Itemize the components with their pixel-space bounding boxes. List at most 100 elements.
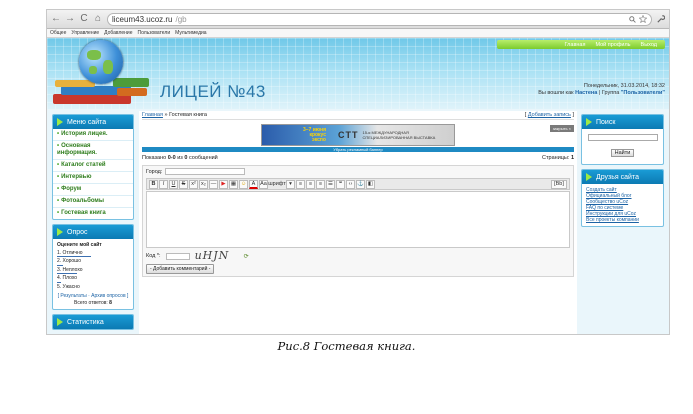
admin-menu-general[interactable]: Общее bbox=[50, 30, 66, 36]
pages-label: Страницы: bbox=[542, 155, 570, 161]
friends-box: Друзья сайта Создать сайт Официальный бл… bbox=[581, 169, 664, 227]
code-icon[interactable]: ‹› bbox=[346, 179, 355, 189]
font-color-button[interactable]: A bbox=[249, 179, 258, 189]
close-ad-button[interactable]: закрыть × bbox=[549, 125, 574, 132]
username-link[interactable]: Настена bbox=[575, 90, 597, 96]
banner-logo: CTT bbox=[338, 130, 359, 140]
breadcrumb: Главная » Гостевая книга bbox=[142, 112, 207, 118]
html-mode-button[interactable]: [Bb] bbox=[551, 179, 567, 189]
browser-screenshot: ← → C ⌂ liceum43.ucoz.ru/gb Общее Управл… bbox=[46, 9, 670, 335]
poll-archive-link[interactable]: Архив опросов bbox=[91, 293, 125, 299]
friend-link[interactable]: Все проекты компании bbox=[586, 217, 659, 223]
left-sidebar: Меню сайта • История лицея. • Основная инф… bbox=[47, 111, 137, 334]
page-number[interactable]: 1 bbox=[571, 155, 574, 161]
superscript-button[interactable]: x² bbox=[189, 179, 198, 189]
font-select[interactable]: шрифт bbox=[268, 180, 285, 189]
breadcrumb-home[interactable]: Главная bbox=[142, 112, 163, 118]
search-input[interactable] bbox=[587, 134, 658, 141]
menu-item-interview[interactable]: • Интервью bbox=[53, 172, 133, 184]
menu-item-guestbook[interactable]: • Гостевая книга bbox=[53, 208, 133, 219]
site-title: ЛИЦЕЙ №43 bbox=[160, 82, 266, 101]
search-title: Поиск bbox=[596, 118, 616, 126]
menu-title: Меню сайта bbox=[67, 118, 107, 126]
arrow-icon bbox=[586, 118, 592, 126]
menu-box-header: Меню сайта bbox=[53, 115, 133, 129]
poll-option[interactable]: 4. Плохо bbox=[57, 275, 129, 282]
stats-box: Статистика bbox=[52, 314, 134, 330]
poll-box-header: Опрос bbox=[53, 225, 133, 239]
date-line: Понедельник, 31.03.2014, 18:32 bbox=[583, 83, 665, 89]
admin-menu-add[interactable]: Добавление bbox=[104, 30, 132, 36]
admin-menu-media[interactable]: Мультимедиа bbox=[175, 30, 206, 36]
youtube-icon[interactable]: ▶ bbox=[219, 179, 228, 189]
poll-total-value: 8 bbox=[109, 299, 112, 306]
search-button[interactable]: Найти bbox=[610, 149, 635, 157]
search-box-header: Поиск bbox=[582, 115, 663, 129]
site-header: Главная Мой профиль Выход ЛИЦЕЙ №43 bbox=[47, 38, 669, 109]
right-sidebar: Поиск Найти Друзья сайта Создать сайт Оф… bbox=[577, 111, 667, 334]
nav-profile[interactable]: Мой профиль bbox=[595, 42, 630, 48]
add-entry-link[interactable]: Добавить запись bbox=[528, 112, 571, 118]
menu-item-articles[interactable]: • Каталог статей bbox=[53, 160, 133, 172]
menu-item-info[interactable]: • Основная информация. bbox=[53, 141, 133, 160]
submit-comment-button[interactable]: - Добавить комментарий - bbox=[146, 264, 215, 274]
figure-caption: Рис.8 Гостевая книга. bbox=[277, 339, 416, 353]
italic-button[interactable]: I bbox=[159, 179, 168, 189]
welcome-prefix: Вы вошли как bbox=[538, 90, 574, 96]
font-size-button[interactable]: Aa bbox=[259, 179, 268, 189]
bold-button[interactable]: B bbox=[149, 179, 158, 189]
ad-banner[interactable]: 3–7 июня крокус экспо CTT 15-я МЕЖДУНАРО… bbox=[261, 124, 455, 146]
friends-box-header: Друзья сайта bbox=[582, 170, 663, 184]
reload-button[interactable]: C bbox=[79, 13, 89, 25]
poll-option[interactable]: 1. Отлично bbox=[57, 250, 129, 257]
city-input[interactable] bbox=[165, 168, 246, 175]
menu-item-forum[interactable]: • Форум bbox=[53, 184, 133, 196]
group-link[interactable]: "Пользователи" bbox=[621, 90, 665, 96]
hr-button[interactable]: — bbox=[209, 179, 218, 189]
search-box: Поиск Найти bbox=[581, 114, 664, 165]
group-prefix: | Группа bbox=[598, 90, 620, 96]
link-icon[interactable]: ⚓ bbox=[356, 179, 365, 189]
remove-ad-link[interactable]: Убрать рекламный баннер bbox=[142, 147, 574, 152]
admin-menu-management[interactable]: Управление bbox=[71, 30, 99, 36]
refresh-captcha-icon[interactable]: ⟳ bbox=[244, 253, 249, 260]
back-button[interactable]: ← bbox=[51, 13, 61, 25]
nav-logout[interactable]: Выход bbox=[641, 42, 657, 48]
wrench-icon[interactable] bbox=[656, 14, 665, 24]
smiley-icon[interactable]: ☺ bbox=[239, 179, 248, 189]
poll-option[interactable]: 3. Неплохо bbox=[57, 267, 129, 274]
quote-icon[interactable]: ❝ bbox=[336, 179, 345, 189]
guestbook-form: Город: B I U S x² x₂ — ▶ ▦ ☺ A Aa шрифт bbox=[142, 165, 574, 277]
subscript-button[interactable]: x₂ bbox=[199, 179, 208, 189]
hide-icon[interactable]: ◧ bbox=[366, 179, 375, 189]
address-bar[interactable]: liceum43.ucoz.ru/gb bbox=[107, 12, 652, 26]
poll-box: Опрос Оцените мой сайт 1. Отлично 2. Хор… bbox=[52, 224, 134, 310]
stats-title: Статистика bbox=[67, 318, 104, 326]
globe-logo-image bbox=[79, 40, 123, 84]
captcha-label: Код *: bbox=[146, 253, 161, 259]
align-left-icon[interactable]: ≡ bbox=[296, 179, 305, 189]
star-icon[interactable] bbox=[639, 15, 647, 23]
nav-home[interactable]: Главная bbox=[565, 42, 586, 48]
list-icon[interactable]: ☰ bbox=[326, 179, 335, 189]
captcha-image: uHJN bbox=[194, 249, 230, 262]
home-button[interactable]: ⌂ bbox=[93, 13, 103, 25]
entries-count: Показано 0-0 из 0 сообщений Страницы: 1 bbox=[142, 155, 574, 161]
poll-question: Оцените мой сайт bbox=[57, 242, 102, 248]
admin-menu-users[interactable]: Пользователи bbox=[138, 30, 171, 36]
message-textarea[interactable] bbox=[146, 191, 570, 248]
poll-option[interactable]: 5. Ужасно bbox=[57, 284, 129, 291]
forward-button[interactable]: → bbox=[65, 13, 75, 25]
poll-results-link[interactable]: Результаты bbox=[60, 293, 86, 299]
captcha-input[interactable] bbox=[165, 252, 190, 260]
dropdown-icon[interactable]: ▾ bbox=[286, 179, 295, 189]
align-center-icon[interactable]: ≡ bbox=[306, 179, 315, 189]
image-icon[interactable]: ▦ bbox=[229, 179, 238, 189]
menu-item-history[interactable]: • История лицея. bbox=[53, 129, 133, 141]
poll-option[interactable]: 2. Хорошо bbox=[57, 258, 129, 265]
underline-button[interactable]: U bbox=[169, 179, 178, 189]
menu-item-photos[interactable]: • Фотоальбомы bbox=[53, 196, 133, 208]
align-right-icon[interactable]: ≡ bbox=[316, 179, 325, 189]
stats-box-header: Статистика bbox=[53, 315, 133, 329]
strike-button[interactable]: S bbox=[179, 179, 188, 189]
